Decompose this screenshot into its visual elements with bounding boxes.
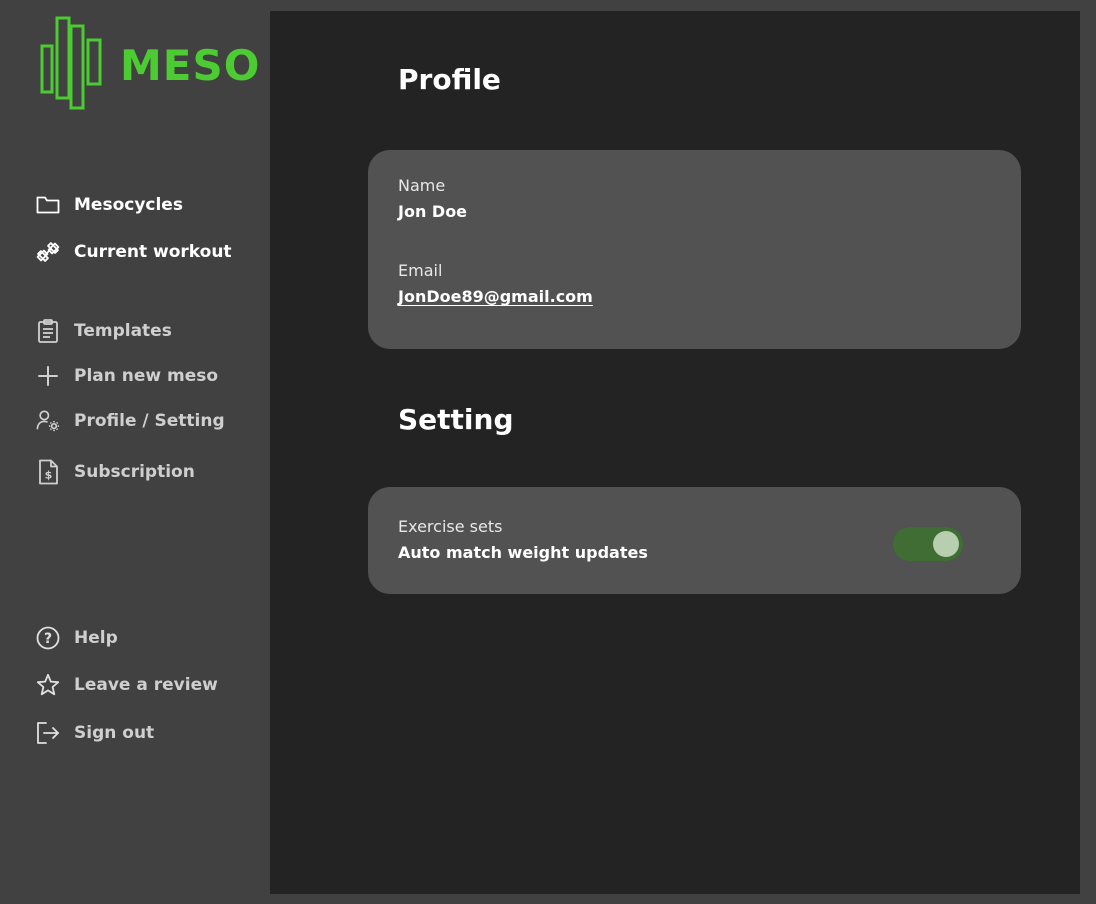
nav-help[interactable]: ? Help xyxy=(36,623,118,653)
folder-icon xyxy=(36,193,60,217)
nav-label: Plan new meso xyxy=(74,366,219,386)
nav-current-workout[interactable]: Current workout xyxy=(36,237,232,267)
dumbbell-icon xyxy=(36,240,60,264)
nav-label: Profile / Setting xyxy=(74,411,225,431)
star-icon xyxy=(36,673,60,697)
profile-card: Name Jon Doe Email JonDoe89@gmail.com xyxy=(368,150,1021,349)
email-label: Email xyxy=(398,261,443,280)
nav-leave-review[interactable]: Leave a review xyxy=(36,670,218,700)
svg-text:$: $ xyxy=(45,469,53,482)
nav-plan-new-meso[interactable]: Plan new meso xyxy=(36,361,218,391)
main-content: Profile Name Jon Doe Email JonDoe89@gmai… xyxy=(270,11,1080,894)
profile-title: Profile xyxy=(398,63,501,96)
help-icon: ? xyxy=(36,626,60,650)
plus-icon xyxy=(36,364,60,388)
nav-label: Current workout xyxy=(74,242,232,262)
setting-item-label: Exercise sets xyxy=(398,517,503,536)
sidebar: MESO Mesocycles Current workout Template… xyxy=(0,0,270,904)
auto-match-toggle[interactable] xyxy=(893,527,963,561)
nav-subscription[interactable]: $ Subscription xyxy=(36,457,195,487)
name-label: Name xyxy=(398,176,446,195)
clipboard-icon xyxy=(36,319,60,343)
toggle-knob xyxy=(933,531,959,557)
meso-logo-icon xyxy=(40,16,102,110)
nav-templates[interactable]: Templates xyxy=(36,316,172,346)
dollar-document-icon: $ xyxy=(36,459,60,485)
brand-name: MESO xyxy=(120,40,261,90)
brand-logo[interactable]: MESO xyxy=(40,16,260,110)
nav-label: Templates xyxy=(74,321,172,341)
nav-sign-out[interactable]: Sign out xyxy=(36,718,154,748)
nav-label: Subscription xyxy=(74,462,195,482)
nav-label: Leave a review xyxy=(74,675,218,695)
setting-card: Exercise sets Auto match weight updates xyxy=(368,487,1021,594)
email-link[interactable]: JonDoe89@gmail.com xyxy=(398,287,593,306)
nav-profile-setting[interactable]: Profile / Setting xyxy=(36,406,225,436)
nav-label: Help xyxy=(74,628,118,648)
nav-label: Mesocycles xyxy=(74,195,183,215)
user-gear-icon xyxy=(36,409,60,433)
setting-title: Setting xyxy=(398,403,514,436)
name-value: Jon Doe xyxy=(398,202,468,221)
nav-label: Sign out xyxy=(74,723,155,743)
svg-text:?: ? xyxy=(44,631,52,647)
sign-out-icon xyxy=(36,721,60,745)
setting-item-value: Auto match weight updates xyxy=(398,543,648,562)
nav-mesocycles[interactable]: Mesocycles xyxy=(36,190,183,220)
